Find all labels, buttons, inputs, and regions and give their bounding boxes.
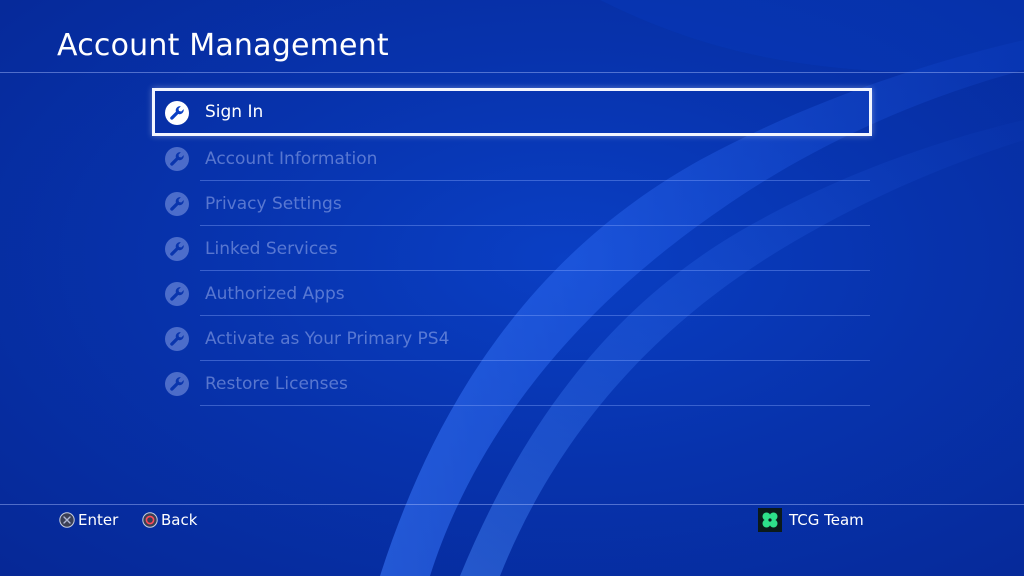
cross-button-icon (59, 512, 75, 528)
menu-item-restore-licenses[interactable]: Restore Licenses (152, 361, 872, 406)
menu-item-label: Privacy Settings (205, 194, 342, 214)
menu-item-label: Restore Licenses (205, 374, 348, 394)
menu-item-activate-primary[interactable]: Activate as Your Primary PS4 (152, 316, 872, 361)
menu-item-sign-in[interactable]: Sign In (152, 88, 872, 136)
wrench-icon (165, 192, 189, 216)
row-divider (200, 405, 870, 406)
wrench-icon (165, 237, 189, 261)
page-title: Account Management (57, 28, 389, 63)
menu-item-account-information[interactable]: Account Information (152, 136, 872, 181)
wrench-icon (165, 327, 189, 351)
menu-item-label: Account Information (205, 149, 378, 169)
wrench-icon (165, 147, 189, 171)
user-name: TCG Team (789, 511, 864, 529)
back-hint[interactable]: Back (142, 510, 197, 530)
menu-item-privacy-settings[interactable]: Privacy Settings (152, 181, 872, 226)
account-management-screen: Account Management Sign In Account Infor… (0, 0, 1024, 576)
menu-list: Sign In Account Information Privacy Sett… (152, 88, 872, 406)
wrench-icon (165, 372, 189, 396)
wrench-icon (165, 101, 189, 125)
enter-hint-label: Enter (78, 511, 119, 529)
avatar (758, 508, 782, 532)
menu-item-label: Activate as Your Primary PS4 (205, 329, 450, 349)
enter-hint[interactable]: Enter (59, 510, 118, 530)
circle-button-icon (142, 512, 158, 528)
menu-item-label: Sign In (205, 102, 264, 122)
menu-item-linked-services[interactable]: Linked Services (152, 226, 872, 271)
back-hint-label: Back (161, 511, 198, 529)
user-badge: TCG Team (758, 507, 864, 533)
clover-avatar-icon (762, 512, 778, 528)
header-divider (0, 72, 1024, 73)
menu-item-authorized-apps[interactable]: Authorized Apps (152, 271, 872, 316)
wrench-icon (165, 282, 189, 306)
menu-item-label: Linked Services (205, 239, 338, 259)
menu-item-label: Authorized Apps (205, 284, 345, 304)
footer-divider (0, 504, 1024, 505)
